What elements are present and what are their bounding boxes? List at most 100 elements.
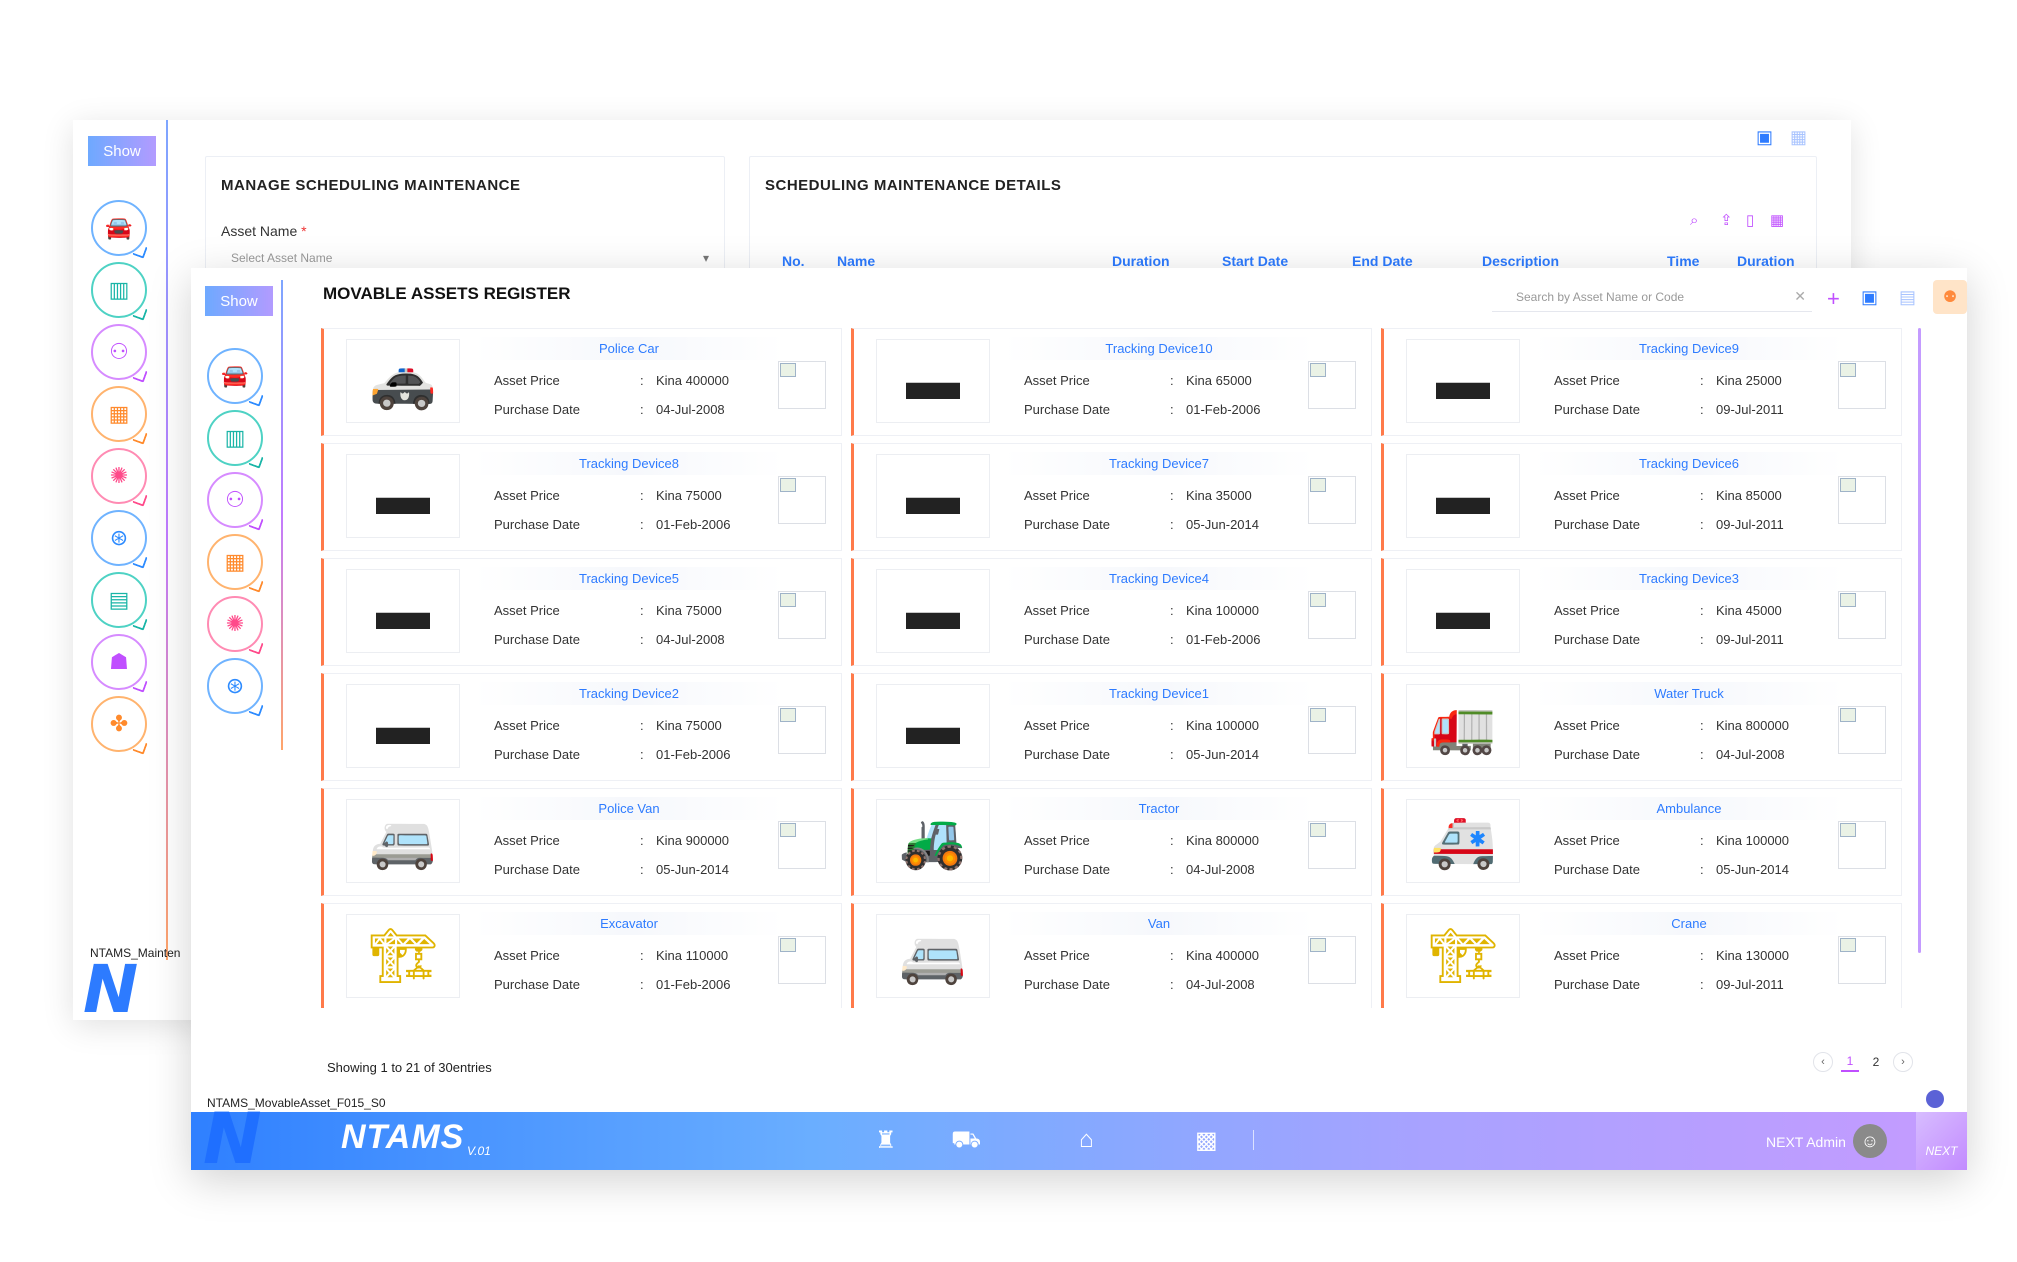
car-icon[interactable]: 🚘 xyxy=(207,348,263,404)
money-icon[interactable]: ⊛ xyxy=(91,510,147,566)
grid-view-icon[interactable]: ▣ xyxy=(1756,128,1773,146)
page-1-button[interactable]: 1 xyxy=(1841,1052,1859,1072)
worker-icon[interactable]: ☗ xyxy=(91,634,147,690)
broken-image-icon xyxy=(1308,361,1356,409)
users-icon[interactable]: ⚇ xyxy=(91,324,147,380)
asset-name[interactable]: Tracking Device10 xyxy=(1004,337,1314,360)
prev-page-button[interactable]: ‹ xyxy=(1813,1052,1833,1072)
scrollbar[interactable] xyxy=(1918,328,1921,953)
add-icon[interactable]: + xyxy=(1827,288,1840,310)
asset-name[interactable]: Water Truck xyxy=(1534,682,1844,705)
asset-price-row: Asset Price: Kina 45000 xyxy=(1534,603,1844,625)
asset-name[interactable]: Tracking Device3 xyxy=(1534,567,1844,590)
asset-name[interactable]: Tracking Device4 xyxy=(1004,567,1314,590)
asset-name[interactable]: Ambulance xyxy=(1534,797,1844,820)
purchase-date-label: Purchase Date xyxy=(1024,632,1110,647)
calendar-icon[interactable]: ▦ xyxy=(1790,128,1807,146)
asset-card[interactable]: ▬ Tracking Device9 Asset Price: Kina 25000 P… xyxy=(1381,328,1902,436)
asset-name[interactable]: Tracking Device9 xyxy=(1534,337,1844,360)
asset-name[interactable]: Tracking Device8 xyxy=(474,452,784,475)
ambulance-icon: 🚑 xyxy=(1429,810,1497,871)
asset-card[interactable]: ▬ Tracking Device6 Asset Price: Kina 85000 P… xyxy=(1381,443,1902,551)
avatar[interactable]: ☺ xyxy=(1853,1124,1887,1158)
asset-name[interactable]: Tracking Device7 xyxy=(1004,452,1314,475)
document-icon[interactable]: ▤ xyxy=(91,572,147,628)
asset-card[interactable]: 🚐 Van Asset Price: Kina 400000 Purchase Date… xyxy=(851,903,1372,1008)
asset-card[interactable]: 🏗 Crane Asset Price: Kina 130000 Purchase Da… xyxy=(1381,903,1902,1008)
asset-price-row: Asset Price: Kina 110000 xyxy=(474,948,784,970)
asset-name[interactable]: Crane xyxy=(1534,912,1844,935)
asset-name[interactable]: Tractor xyxy=(1004,797,1314,820)
back-show-button[interactable]: Show xyxy=(88,136,156,166)
person-icon[interactable]: ♜ xyxy=(875,1126,897,1155)
search-icon[interactable]: ⌕ xyxy=(1690,213,1698,228)
asset-thumbnail: ▬ xyxy=(1406,454,1520,538)
asset-card[interactable]: ▬ Tracking Device7 Asset Price: Kina 35000 P… xyxy=(851,443,1372,551)
search-input[interactable]: Search by Asset Name or Code ✕ xyxy=(1492,282,1812,312)
asset-name[interactable]: Van xyxy=(1004,912,1314,935)
asset-price-label: Asset Price xyxy=(494,373,560,388)
asset-name[interactable]: Tracking Device5 xyxy=(474,567,784,590)
asset-card[interactable]: ▬ Tracking Device4 Asset Price: Kina 100000… xyxy=(851,558,1372,666)
asset-card[interactable]: 🚜 Tractor Asset Price: Kina 800000 Purchase … xyxy=(851,788,1372,896)
purchase-date-value: 09-Jul-2011 xyxy=(1716,977,1784,992)
users-group-icon[interactable]: ⚉ xyxy=(1933,280,1967,314)
asset-name[interactable]: Police Car xyxy=(474,337,784,360)
export-icon[interactable]: ⇪ xyxy=(1720,213,1733,228)
asset-card[interactable]: 🚐 Police Van Asset Price: Kina 900000 Purcha… xyxy=(321,788,842,896)
header-description[interactable]: Description xyxy=(1482,253,1559,269)
colon: : xyxy=(640,948,644,963)
money-icon[interactable]: ⊛ xyxy=(207,658,263,714)
front-show-button[interactable]: Show xyxy=(205,286,273,316)
table-icon[interactable]: ▦ xyxy=(91,386,147,442)
asset-card[interactable]: 🏗 Excavator Asset Price: Kina 110000 Purchas… xyxy=(321,903,842,1008)
asset-card[interactable]: ▬ Tracking Device5 Asset Price: Kina 75000 P… xyxy=(321,558,842,666)
colon: : xyxy=(640,603,644,618)
list-view-icon[interactable]: ▤ xyxy=(1899,288,1916,306)
admin-name[interactable]: NEXT Admin xyxy=(1766,1134,1846,1150)
gear-icon[interactable]: ✺ xyxy=(91,448,147,504)
asset-card[interactable]: ▬ Tracking Device1 Asset Price: Kina 100000… xyxy=(851,673,1372,781)
building-icon[interactable]: ▥ xyxy=(91,262,147,318)
colon: : xyxy=(640,632,644,647)
asset-name[interactable]: Excavator xyxy=(474,912,784,935)
gear-icon[interactable]: ✺ xyxy=(207,596,263,652)
car-icon[interactable]: 🚘 xyxy=(91,200,147,256)
next-page-button[interactable]: › xyxy=(1893,1052,1913,1072)
asset-thumbnail: 🚓 xyxy=(346,339,460,423)
pdf-icon[interactable]: ▯ xyxy=(1746,213,1754,228)
asset-card[interactable]: ▬ Tracking Device3 Asset Price: Kina 45000 P… xyxy=(1381,558,1902,666)
asset-price-row: Asset Price: Kina 400000 xyxy=(474,373,784,395)
asset-card[interactable]: 🚓 Police Car Asset Price: Kina 400000 Purcha… xyxy=(321,328,842,436)
asset-card[interactable]: 🚑 Ambulance Asset Price: Kina 100000 Purchas… xyxy=(1381,788,1902,896)
excel-icon[interactable]: ▦ xyxy=(1770,213,1784,228)
asset-card[interactable]: 🚛 Water Truck Asset Price: Kina 800000 Purch… xyxy=(1381,673,1902,781)
building-icon[interactable]: ▥ xyxy=(207,410,263,466)
header-name[interactable]: Name xyxy=(837,253,875,269)
asset-name[interactable]: Tracking Device6 xyxy=(1534,452,1844,475)
assets-icon[interactable]: ▩ xyxy=(1195,1126,1218,1155)
asset-card[interactable]: ▬ Tracking Device2 Asset Price: Kina 75000 P… xyxy=(321,673,842,781)
page-2-button[interactable]: 2 xyxy=(1867,1052,1885,1072)
asset-name[interactable]: Police Van xyxy=(474,797,784,820)
grid-view-icon[interactable]: ▣ xyxy=(1861,288,1878,306)
header-duration[interactable]: Duration xyxy=(1112,253,1170,269)
puzzle-icon[interactable]: ✤ xyxy=(91,696,147,752)
close-icon[interactable]: ✕ xyxy=(1794,288,1806,305)
purchase-date-label: Purchase Date xyxy=(1024,517,1110,532)
vehicle-money-icon[interactable]: ⛟ xyxy=(951,1126,981,1156)
asset-name[interactable]: Tracking Device2 xyxy=(474,682,784,705)
asset-name[interactable]: Tracking Device1 xyxy=(1004,682,1314,705)
header-duration-2[interactable]: Duration xyxy=(1737,253,1795,269)
users-icon[interactable]: ⚇ xyxy=(207,472,263,528)
header-no[interactable]: No. xyxy=(782,253,805,269)
settings-gear-icon[interactable] xyxy=(1926,1090,1944,1108)
asset-card[interactable]: ▬ Tracking Device8 Asset Price: Kina 75000 P… xyxy=(321,443,842,551)
header-start-date[interactable]: Start Date xyxy=(1222,253,1288,269)
colon: : xyxy=(1700,517,1704,532)
asset-card[interactable]: ▬ Tracking Device10 Asset Price: Kina 65000… xyxy=(851,328,1372,436)
header-end-date[interactable]: End Date xyxy=(1352,253,1413,269)
bank-icon[interactable]: ⌂ xyxy=(1079,1126,1094,1154)
table-icon[interactable]: ▦ xyxy=(207,534,263,590)
header-time[interactable]: Time xyxy=(1667,253,1699,269)
